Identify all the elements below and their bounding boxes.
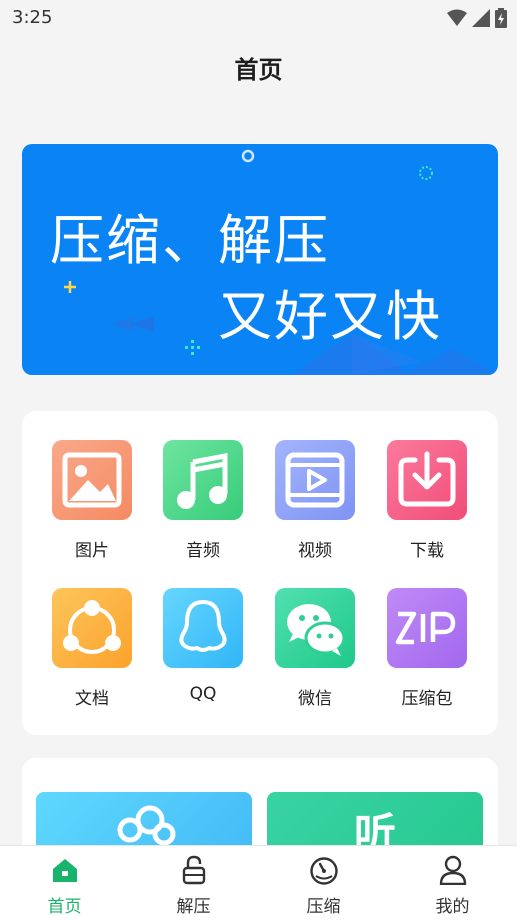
download-icon: [398, 451, 456, 507]
status-icons: [447, 8, 507, 28]
category-wechat[interactable]: 微信: [265, 588, 365, 728]
banner-subheadline: 又好又快: [218, 285, 442, 348]
wechat-icon: [287, 604, 346, 656]
battery-charging-icon: [495, 8, 507, 28]
share-nodes-icon: [63, 600, 121, 654]
category-document[interactable]: 文档: [42, 588, 142, 728]
cell-signal-icon: [472, 9, 490, 27]
music-note-icon: [177, 452, 228, 509]
tab-label: 我的: [435, 897, 470, 917]
tab-unzip[interactable]: 解压: [129, 846, 258, 921]
user-icon: [439, 855, 467, 885]
category-label: 下载: [410, 541, 444, 561]
tab-label: 解压: [176, 897, 211, 917]
category-grid: 图片 音频 视频 下载 文档 QQ 微信 压缩包: [22, 411, 498, 735]
home-icon: [53, 859, 77, 882]
category-label: 音频: [186, 541, 220, 561]
category-audio[interactable]: 音频: [153, 440, 253, 580]
video-play-icon: [285, 452, 345, 508]
category-label: 压缩包: [401, 689, 453, 709]
category-image[interactable]: 图片: [42, 440, 142, 580]
page-title: 首页: [234, 56, 283, 84]
tab-home[interactable]: 首页: [0, 846, 129, 921]
banner-headline: 压缩、解压: [50, 209, 330, 272]
category-label: 视频: [298, 541, 332, 561]
category-zip[interactable]: 压缩包: [377, 588, 477, 728]
wifi-icon: [447, 9, 467, 26]
bottom-tab-bar: 首页 解压 压缩 我的: [0, 845, 517, 921]
category-label: 图片: [75, 541, 109, 561]
category-label: 微信: [298, 689, 332, 709]
status-bar: 3:25: [0, 0, 517, 36]
tab-label: 首页: [47, 897, 82, 917]
qq-penguin-icon: [179, 600, 227, 652]
category-video[interactable]: 视频: [265, 440, 365, 580]
tab-profile[interactable]: 我的: [388, 846, 517, 921]
speedometer-icon: [310, 857, 338, 885]
tab-compress[interactable]: 压缩: [259, 846, 388, 921]
image-icon: [62, 452, 122, 508]
category-download[interactable]: 下载: [377, 440, 477, 580]
zip-archive-icon: [395, 611, 456, 645]
promo-banner[interactable]: 压缩、解压 又好又快: [22, 144, 498, 375]
category-label: 文档: [75, 689, 109, 709]
category-qq[interactable]: QQ: [153, 588, 253, 728]
category-label: QQ: [189, 684, 217, 704]
tab-label: 压缩: [306, 897, 341, 917]
unlock-icon: [182, 855, 206, 885]
status-time: 3:25: [12, 7, 53, 28]
cloud-icon: [117, 805, 176, 846]
